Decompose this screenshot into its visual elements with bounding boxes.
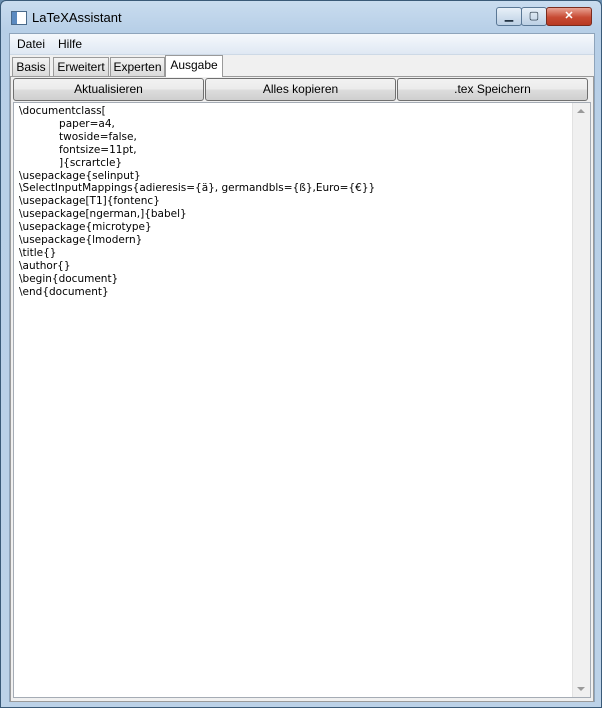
menu-bar: Datei Hilfe: [10, 34, 594, 55]
app-window: LaTeXAssistant ▁ ▢ ✕ Datei Hilfe Basis E…: [0, 0, 602, 708]
scroll-up-arrow-icon[interactable]: [577, 109, 585, 113]
latex-output-editor[interactable]: \documentclass[ paper=a4, twoside=false,…: [13, 102, 591, 698]
maximize-button[interactable]: ▢: [521, 7, 547, 26]
title-bar: LaTeXAssistant ▁ ▢ ✕: [1, 1, 601, 33]
menu-datei[interactable]: Datei: [17, 37, 45, 51]
tab-ausgabe[interactable]: Ausgabe: [165, 55, 223, 77]
tab-bar: Basis Erweitert Experten Ausgabe: [10, 55, 594, 77]
tab-basis[interactable]: Basis: [12, 57, 50, 76]
app-icon: [11, 11, 27, 25]
tab-panel-ausgabe: Aktualisieren Alles kopieren .tex Speich…: [10, 76, 594, 702]
tab-experten[interactable]: Experten: [110, 57, 165, 76]
copy-all-button[interactable]: Alles kopieren: [205, 78, 396, 101]
scroll-down-arrow-icon[interactable]: [577, 687, 585, 691]
refresh-button[interactable]: Aktualisieren: [13, 78, 204, 101]
close-button[interactable]: ✕: [546, 7, 592, 26]
menu-hilfe[interactable]: Hilfe: [58, 37, 82, 51]
window-title: LaTeXAssistant: [32, 10, 122, 25]
save-tex-button[interactable]: .tex Speichern: [397, 78, 588, 101]
minimize-button[interactable]: ▁: [496, 7, 522, 26]
tab-erweitert[interactable]: Erweitert: [53, 57, 109, 76]
latex-output-text[interactable]: \documentclass[ paper=a4, twoside=false,…: [19, 105, 375, 299]
client-area: Datei Hilfe Basis Erweitert Experten Aus…: [9, 33, 595, 702]
vertical-scrollbar[interactable]: [572, 103, 590, 697]
